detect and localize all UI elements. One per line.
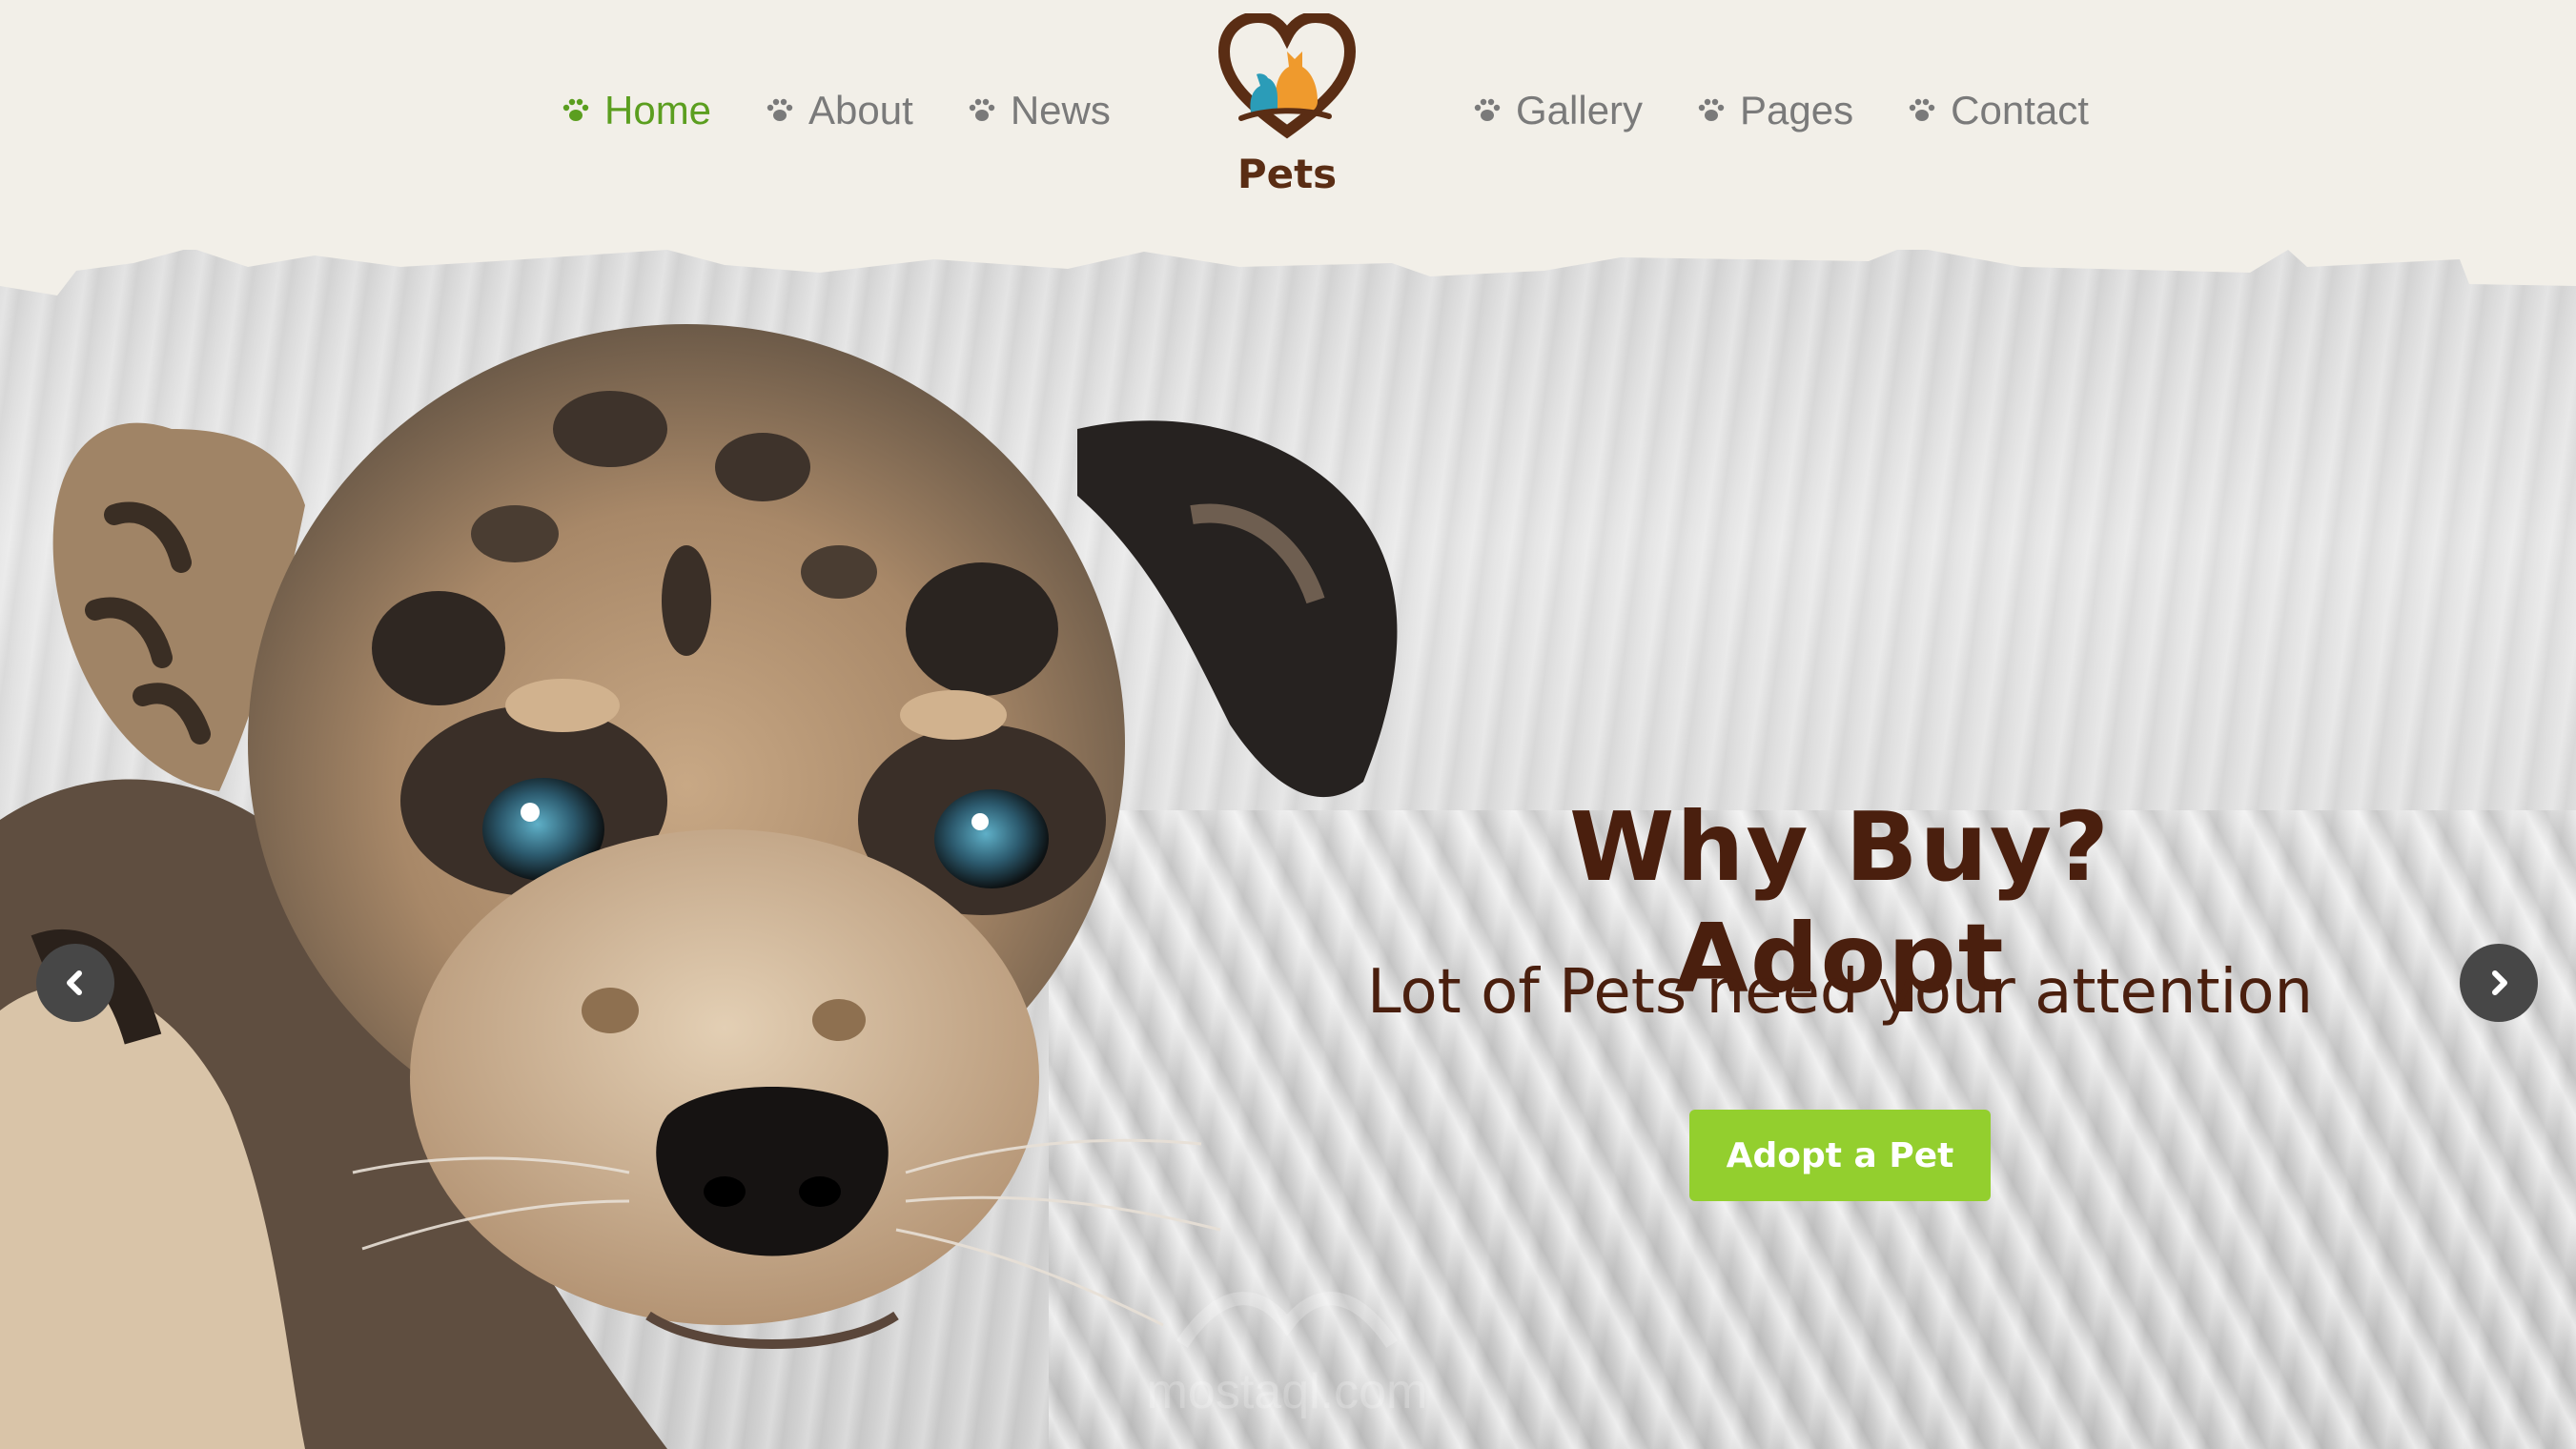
slide-subtitle: Lot of Pets need your attention: [1366, 957, 2314, 1028]
chevron-left-icon: [67, 970, 82, 995]
watermark-logo-icon: [1176, 1292, 1398, 1348]
paw-icon: [562, 98, 589, 121]
nav-item-gallery[interactable]: Gallery: [1474, 88, 1643, 133]
heart-pets-logo-icon: [1218, 13, 1356, 139]
nav-label-gallery: Gallery: [1516, 88, 1644, 133]
paw-icon: [1698, 98, 1725, 121]
nav-item-news[interactable]: News: [969, 88, 1111, 133]
nav-label-news: News: [1010, 88, 1111, 133]
chevron-right-icon: [2492, 970, 2507, 995]
nav-item-home[interactable]: Home: [562, 88, 711, 133]
carousel-prev-button[interactable]: [36, 944, 114, 1022]
nav-item-contact[interactable]: Contact: [1909, 88, 2089, 133]
watermark-text: mostaql.com: [1146, 1364, 1428, 1419]
nav-right: Gallery Pages Contact: [1474, 80, 2089, 141]
site-logo[interactable]: Pets: [1211, 13, 1363, 204]
watermark: mostaql.com: [1125, 1268, 1449, 1430]
paw-icon: [1474, 98, 1501, 121]
logo-text: Pets: [1237, 151, 1338, 197]
nav-label-home: Home: [604, 88, 712, 133]
nav-label-pages: Pages: [1740, 88, 1854, 133]
site-header: Home About News Pets Gallery Pages Conta…: [0, 0, 2576, 250]
nav-item-pages[interactable]: Pages: [1698, 88, 1853, 133]
paw-icon: [969, 98, 995, 121]
adopt-a-pet-button[interactable]: Adopt a Pet: [1689, 1110, 1991, 1201]
nav-item-about[interactable]: About: [767, 88, 913, 133]
nav-label-contact: Contact: [1951, 88, 2089, 133]
nav-left: Home About News: [562, 80, 1111, 141]
paw-icon: [1909, 98, 1935, 121]
paw-icon: [767, 98, 793, 121]
nav-label-about: About: [808, 88, 913, 133]
carousel-next-button[interactable]: [2460, 944, 2538, 1022]
